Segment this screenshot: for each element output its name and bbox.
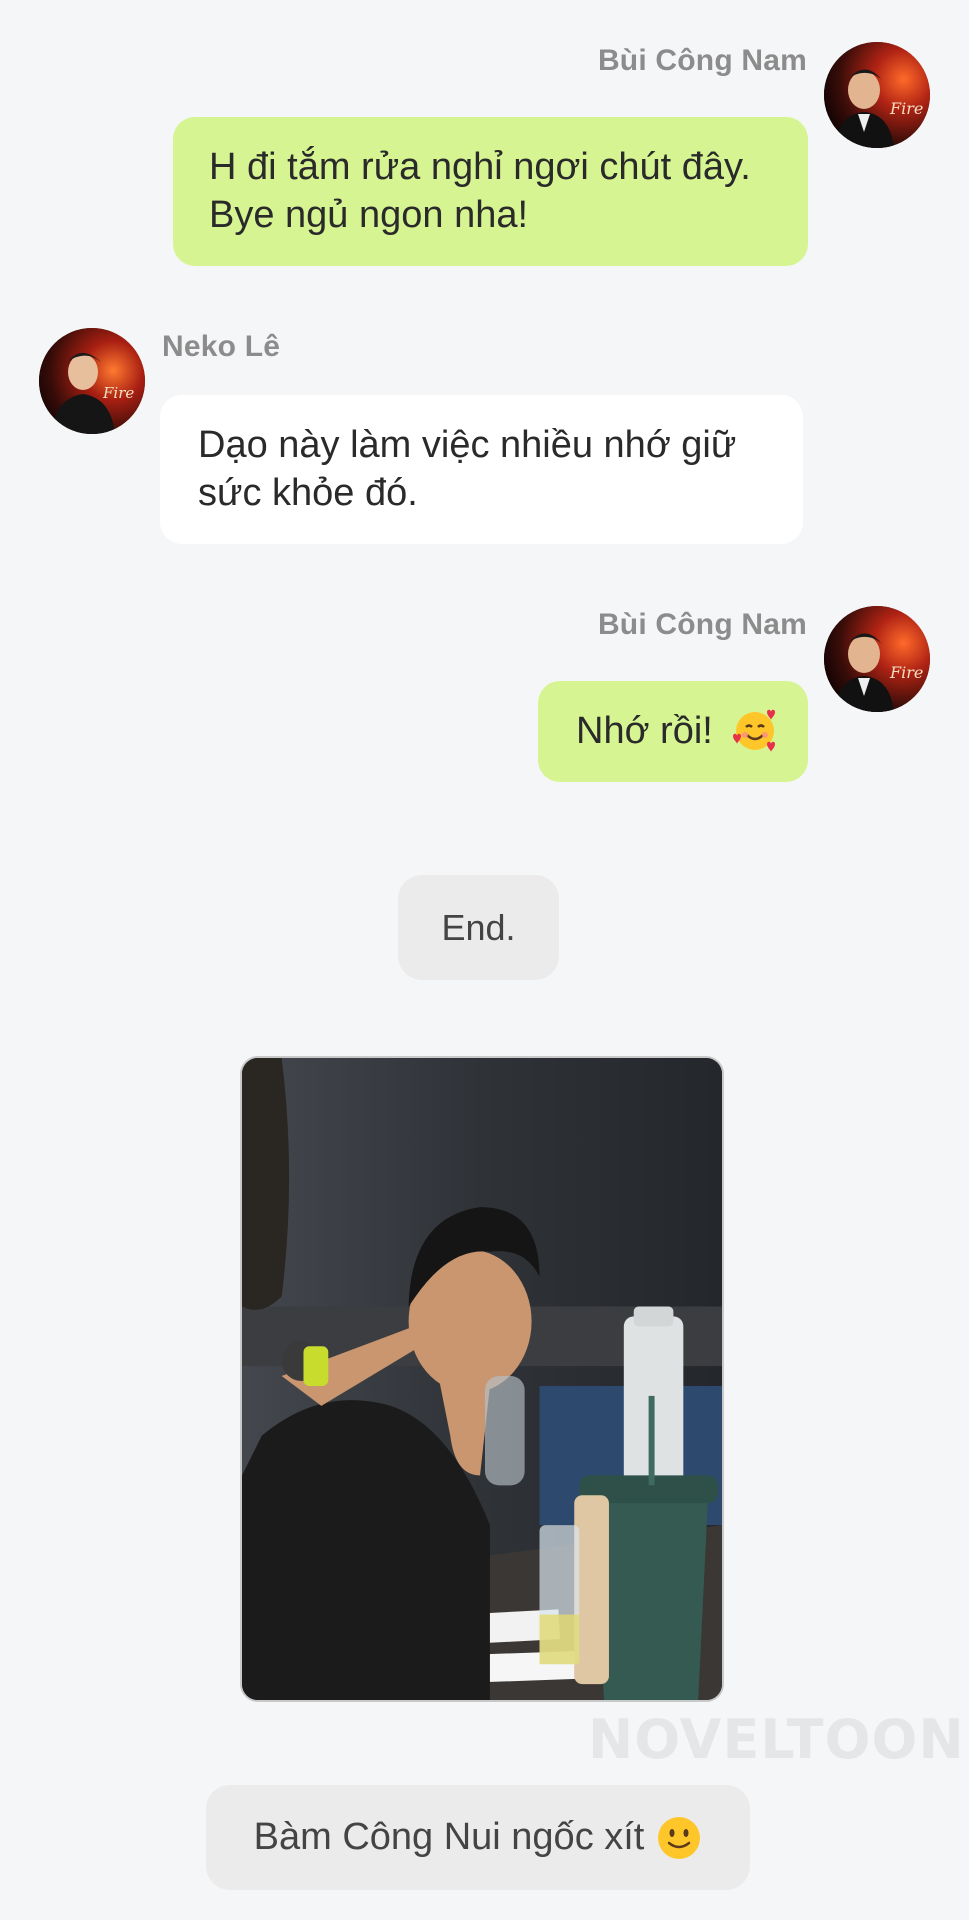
chat-photo[interactable] <box>240 1056 724 1702</box>
avatar-image: Fire <box>824 606 930 712</box>
end-label: End. <box>441 906 516 948</box>
watermark: NOVELTOON <box>588 1708 965 1771</box>
end-marker: End. <box>398 875 559 980</box>
message-text: Nhớ rồi! <box>576 710 713 752</box>
message-text: Bye ngủ ngon nha! <box>209 194 529 236</box>
sender-name: Bùi Công Nam <box>597 44 807 77</box>
message-text: Dạo này làm việc nhiều nhớ giữ <box>198 424 737 466</box>
message-bubble[interactable]: H đi tắm rửa nghỉ ngơi chút đây. Bye ngủ… <box>173 117 808 266</box>
svg-text:Fire: Fire <box>889 663 923 682</box>
message-text: sức khỏe đó. <box>198 472 418 514</box>
slightly-smiling-face-icon <box>656 1815 702 1861</box>
caption-pill: Bàm Công Nui ngốc xít <box>206 1785 750 1890</box>
photo-image <box>242 1058 722 1700</box>
message-text: H đi tắm rửa nghỉ ngơi chút đây. <box>209 146 751 188</box>
chat-screen: { "messages": [ { "sender": "Bùi Công Na… <box>0 0 969 1920</box>
avatar[interactable]: Fire <box>824 606 930 712</box>
svg-text:Fire: Fire <box>102 384 134 402</box>
sender-name: Neko Lê <box>162 330 281 363</box>
message-bubble[interactable]: Dạo này làm việc nhiều nhớ giữ sức khỏe … <box>160 395 803 544</box>
sender-name: Bùi Công Nam <box>597 608 807 641</box>
avatar[interactable]: Fire <box>39 328 145 434</box>
svg-text:Fire: Fire <box>889 99 923 118</box>
avatar-image: Fire <box>824 42 930 148</box>
avatar-image: Fire <box>39 328 145 434</box>
avatar[interactable]: Fire <box>824 42 930 148</box>
smiling-face-with-hearts-icon <box>731 706 779 754</box>
caption-text: Bàm Công Nui ngốc xít <box>253 1816 645 1858</box>
message-bubble[interactable]: Nhớ rồi! <box>538 681 808 782</box>
